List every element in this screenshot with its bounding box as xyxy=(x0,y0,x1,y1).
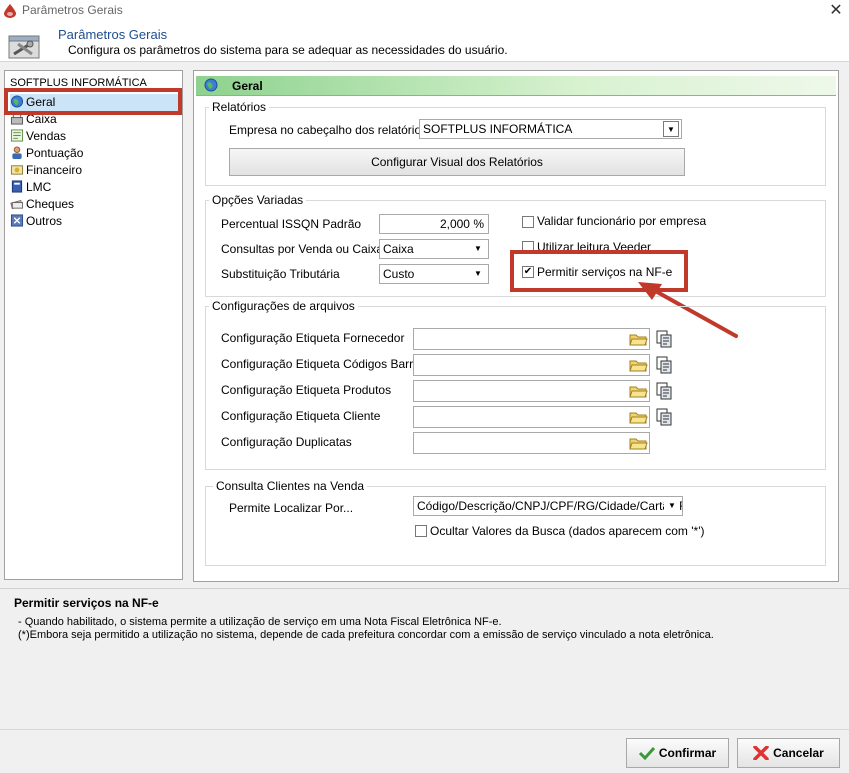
tree-item-lmc[interactable]: LMC xyxy=(10,179,180,196)
chevron-down-icon[interactable]: ▼ xyxy=(664,498,680,514)
chevron-down-icon[interactable]: ▼ xyxy=(470,241,486,257)
folder-open-icon[interactable] xyxy=(628,329,648,349)
tree-item-label: Vendas xyxy=(26,129,67,143)
group-title-relatorios: Relatórios xyxy=(209,100,270,114)
empresa-select[interactable]: SOFTPLUS INFORMÁTICA ▼ xyxy=(419,119,682,139)
help-text-line: (*)Embora seja permitido a utilização no… xyxy=(18,629,714,641)
arquivo-input-cliente[interactable] xyxy=(413,406,650,428)
arquivo-label-cliente: Configuração Etiqueta Cliente xyxy=(221,409,381,423)
annotation-box-geral xyxy=(4,88,182,115)
dialog-header: Parâmetros Gerais Configura os parâmetro… xyxy=(0,22,849,62)
group-title-opcoes: Opções Variadas xyxy=(209,193,307,207)
arquivo-label-fornecedor: Configuração Etiqueta Fornecedor xyxy=(221,331,405,345)
chevron-down-icon[interactable]: ▼ xyxy=(663,121,679,137)
tree-item-vendas[interactable]: Vendas xyxy=(10,128,180,145)
finance-icon xyxy=(10,165,24,175)
category-tree: SOFTPLUS INFORMÁTICA Geral Caixa Vendas … xyxy=(4,70,183,580)
tree-item-label: Outros xyxy=(26,214,63,228)
empresa-select-value: SOFTPLUS INFORMÁTICA xyxy=(423,122,573,136)
dialog-footer: Confirmar Cancelar xyxy=(0,729,849,773)
cancel-button[interactable]: Cancelar xyxy=(737,738,840,768)
help-panel: Permitir serviços na NF-e - Quando habil… xyxy=(0,588,849,728)
globe-icon xyxy=(204,78,218,92)
folder-open-icon[interactable] xyxy=(628,407,648,427)
chevron-down-icon[interactable]: ▼ xyxy=(470,266,486,282)
group-title-clientes: Consulta Clientes na Venda xyxy=(213,479,368,493)
tree-item-label: LMC xyxy=(26,180,52,194)
arquivo-label-produtos: Configuração Etiqueta Produtos xyxy=(221,383,392,397)
consultas-select[interactable]: Caixa ▼ xyxy=(379,239,489,259)
arquivo-label-codigos-barras: Configuração Etiqueta Códigos Barras xyxy=(221,357,426,371)
ocultar-valores-checkbox[interactable] xyxy=(415,525,427,537)
empresa-label: Empresa no cabeçalho dos relatórios xyxy=(229,123,428,137)
cancel-button-label: Cancelar xyxy=(773,746,824,760)
localizar-label: Permite Localizar Por... xyxy=(229,501,354,515)
copy-config-icon[interactable] xyxy=(656,356,674,374)
tree-item-pontuacao[interactable]: Pontuação xyxy=(10,145,180,162)
substituicao-label: Substituição Tributária xyxy=(221,267,340,281)
title-bar: Parâmetros Gerais ✕ xyxy=(0,0,849,22)
arquivo-label-duplicatas: Configuração Duplicatas xyxy=(221,435,352,449)
validar-funcionario-checkbox[interactable] xyxy=(522,216,534,228)
folder-open-icon[interactable] xyxy=(628,433,648,453)
confirm-button-label: Confirmar xyxy=(658,746,717,760)
issqn-input[interactable]: 2,000 % xyxy=(379,214,489,234)
arquivo-input-codigos-barras[interactable] xyxy=(413,354,650,376)
substituicao-select[interactable]: Custo ▼ xyxy=(379,264,489,284)
cancel-x-icon xyxy=(753,746,769,760)
consultas-select-value: Caixa xyxy=(383,242,414,256)
app-drop-icon xyxy=(4,4,16,18)
tree-item-label: Pontuação xyxy=(26,146,84,160)
consultas-label: Consultas por Venda ou Caixa xyxy=(221,242,384,256)
copy-config-icon[interactable] xyxy=(656,408,674,426)
sales-icon xyxy=(10,129,24,142)
others-icon xyxy=(10,214,24,227)
section-header-bar: Geral xyxy=(196,76,836,96)
settings-tools-icon xyxy=(8,35,40,59)
copy-config-icon[interactable] xyxy=(656,382,674,400)
issqn-label: Percentual ISSQN Padrão xyxy=(221,217,362,231)
confirm-button[interactable]: Confirmar xyxy=(626,738,729,768)
copy-config-icon[interactable] xyxy=(656,330,674,348)
tree-item-outros[interactable]: Outros xyxy=(10,213,180,230)
checks-icon xyxy=(10,199,24,210)
localizar-select[interactable]: Código/Descrição/CNPJ/CPF/RG/Cidade/Cart… xyxy=(413,496,683,516)
section-title: Geral xyxy=(232,79,263,93)
help-title: Permitir serviços na NF-e xyxy=(14,596,159,610)
tree-item-label: Financeiro xyxy=(26,163,83,177)
header-description: Configura os parâmetros do sistema para … xyxy=(68,43,508,57)
header-title: Parâmetros Gerais xyxy=(58,27,168,42)
ocultar-valores-label: Ocultar Valores da Busca (dados aparecem… xyxy=(430,524,705,538)
arquivo-input-produtos[interactable] xyxy=(413,380,650,402)
arquivo-input-duplicatas[interactable] xyxy=(413,432,650,454)
tree-item-label: Cheques xyxy=(26,197,75,211)
configurar-visual-button[interactable]: Configurar Visual dos Relatórios xyxy=(229,148,685,176)
tree-item-financeiro[interactable]: Financeiro xyxy=(10,162,180,179)
substituicao-select-value: Custo xyxy=(383,267,415,281)
folder-open-icon[interactable] xyxy=(628,381,648,401)
arquivo-input-fornecedor[interactable] xyxy=(413,328,650,350)
validar-funcionario-label: Validar funcionário por empresa xyxy=(537,214,707,228)
book-icon xyxy=(11,180,23,193)
close-icon[interactable]: ✕ xyxy=(826,0,846,22)
folder-open-icon[interactable] xyxy=(628,355,648,375)
localizar-select-value: Código/Descrição/CNPJ/CPF/RG/Cidade/Cart… xyxy=(417,499,683,513)
help-text-line: - Quando habilitado, o sistema permite a… xyxy=(18,616,502,628)
person-icon xyxy=(12,146,22,159)
checkmark-icon xyxy=(638,746,655,760)
window-title: Parâmetros Gerais xyxy=(22,3,123,17)
tree-item-cheques[interactable]: Cheques xyxy=(10,196,180,213)
group-title-arquivos: Configurações de arquivos xyxy=(209,299,358,313)
